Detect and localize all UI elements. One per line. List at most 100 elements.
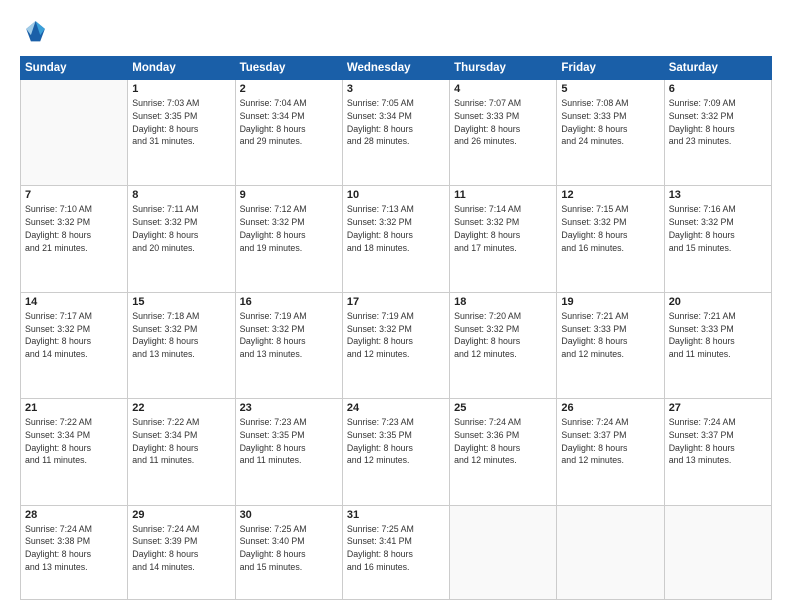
day-info: Sunrise: 7:07 AMSunset: 3:33 PMDaylight:… bbox=[454, 97, 552, 148]
day-number: 8 bbox=[132, 189, 230, 201]
day-info: Sunrise: 7:18 AMSunset: 3:32 PMDaylight:… bbox=[132, 310, 230, 361]
weekday-header: Friday bbox=[557, 57, 664, 80]
day-info: Sunrise: 7:08 AMSunset: 3:33 PMDaylight:… bbox=[561, 97, 659, 148]
day-number: 21 bbox=[25, 402, 123, 414]
calendar-cell: 10 Sunrise: 7:13 AMSunset: 3:32 PMDayligh… bbox=[342, 186, 449, 292]
weekday-header: Sunday bbox=[21, 57, 128, 80]
day-number: 4 bbox=[454, 83, 552, 95]
day-number: 1 bbox=[132, 83, 230, 95]
day-number: 11 bbox=[454, 189, 552, 201]
calendar-cell: 9 Sunrise: 7:12 AMSunset: 3:32 PMDaylight… bbox=[235, 186, 342, 292]
weekday-header: Wednesday bbox=[342, 57, 449, 80]
calendar-cell: 20 Sunrise: 7:21 AMSunset: 3:33 PMDayligh… bbox=[664, 292, 771, 398]
day-info: Sunrise: 7:24 AMSunset: 3:38 PMDaylight:… bbox=[25, 523, 123, 574]
day-number: 27 bbox=[669, 402, 767, 414]
day-number: 14 bbox=[25, 296, 123, 308]
day-number: 15 bbox=[132, 296, 230, 308]
calendar-cell: 4 Sunrise: 7:07 AMSunset: 3:33 PMDaylight… bbox=[450, 80, 557, 186]
weekday-header: Thursday bbox=[450, 57, 557, 80]
day-info: Sunrise: 7:25 AMSunset: 3:40 PMDaylight:… bbox=[240, 523, 338, 574]
day-number: 19 bbox=[561, 296, 659, 308]
calendar-cell bbox=[450, 505, 557, 599]
calendar-cell: 21 Sunrise: 7:22 AMSunset: 3:34 PMDayligh… bbox=[21, 399, 128, 505]
calendar-cell: 1 Sunrise: 7:03 AMSunset: 3:35 PMDaylight… bbox=[128, 80, 235, 186]
calendar-cell: 18 Sunrise: 7:20 AMSunset: 3:32 PMDayligh… bbox=[450, 292, 557, 398]
day-number: 25 bbox=[454, 402, 552, 414]
day-number: 12 bbox=[561, 189, 659, 201]
calendar-cell: 30 Sunrise: 7:25 AMSunset: 3:40 PMDayligh… bbox=[235, 505, 342, 599]
day-number: 10 bbox=[347, 189, 445, 201]
day-number: 2 bbox=[240, 83, 338, 95]
calendar-week-row: 28Sunrise: 7:24 AMSunset: 3:38 PMDayligh… bbox=[21, 505, 772, 599]
calendar-cell: 28Sunrise: 7:24 AMSunset: 3:38 PMDayligh… bbox=[21, 505, 128, 599]
calendar-cell: 16 Sunrise: 7:19 AMSunset: 3:32 PMDayligh… bbox=[235, 292, 342, 398]
day-info: Sunrise: 7:24 AMSunset: 3:39 PMDaylight:… bbox=[132, 523, 230, 574]
calendar-cell: 17 Sunrise: 7:19 AMSunset: 3:32 PMDayligh… bbox=[342, 292, 449, 398]
page: SundayMondayTuesdayWednesdayThursdayFrid… bbox=[0, 0, 792, 612]
calendar-cell: 24 Sunrise: 7:23 AMSunset: 3:35 PMDayligh… bbox=[342, 399, 449, 505]
calendar-cell: 29 Sunrise: 7:24 AMSunset: 3:39 PMDayligh… bbox=[128, 505, 235, 599]
calendar-cell: 27 Sunrise: 7:24 AMSunset: 3:37 PMDayligh… bbox=[664, 399, 771, 505]
calendar-cell: 13Sunrise: 7:16 AMSunset: 3:32 PMDayligh… bbox=[664, 186, 771, 292]
calendar-cell: 11 Sunrise: 7:14 AMSunset: 3:32 PMDayligh… bbox=[450, 186, 557, 292]
day-number: 16 bbox=[240, 296, 338, 308]
day-number: 23 bbox=[240, 402, 338, 414]
day-number: 7 bbox=[25, 189, 123, 201]
day-info: Sunrise: 7:17 AMSunset: 3:32 PMDaylight:… bbox=[25, 310, 123, 361]
day-info: Sunrise: 7:05 AMSunset: 3:34 PMDaylight:… bbox=[347, 97, 445, 148]
day-info: Sunrise: 7:13 AMSunset: 3:32 PMDaylight:… bbox=[347, 203, 445, 254]
day-info: Sunrise: 7:19 AMSunset: 3:32 PMDaylight:… bbox=[240, 310, 338, 361]
day-number: 20 bbox=[669, 296, 767, 308]
day-info: Sunrise: 7:19 AMSunset: 3:32 PMDaylight:… bbox=[347, 310, 445, 361]
calendar-week-row: 7 Sunrise: 7:10 AMSunset: 3:32 PMDaylight… bbox=[21, 186, 772, 292]
day-number: 3 bbox=[347, 83, 445, 95]
calendar-cell: 8 Sunrise: 7:11 AMSunset: 3:32 PMDaylight… bbox=[128, 186, 235, 292]
day-info: Sunrise: 7:21 AMSunset: 3:33 PMDaylight:… bbox=[561, 310, 659, 361]
header bbox=[20, 18, 772, 46]
day-info: Sunrise: 7:24 AMSunset: 3:37 PMDaylight:… bbox=[669, 416, 767, 467]
day-info: Sunrise: 7:24 AMSunset: 3:37 PMDaylight:… bbox=[561, 416, 659, 467]
day-info: Sunrise: 7:20 AMSunset: 3:32 PMDaylight:… bbox=[454, 310, 552, 361]
day-info: Sunrise: 7:09 AMSunset: 3:32 PMDaylight:… bbox=[669, 97, 767, 148]
day-info: Sunrise: 7:15 AMSunset: 3:32 PMDaylight:… bbox=[561, 203, 659, 254]
weekday-header: Tuesday bbox=[235, 57, 342, 80]
calendar-cell: 22 Sunrise: 7:22 AMSunset: 3:34 PMDayligh… bbox=[128, 399, 235, 505]
calendar-cell: 3 Sunrise: 7:05 AMSunset: 3:34 PMDaylight… bbox=[342, 80, 449, 186]
calendar-cell: 19 Sunrise: 7:21 AMSunset: 3:33 PMDayligh… bbox=[557, 292, 664, 398]
calendar-cell: 2 Sunrise: 7:04 AMSunset: 3:34 PMDaylight… bbox=[235, 80, 342, 186]
day-number: 17 bbox=[347, 296, 445, 308]
day-info: Sunrise: 7:25 AMSunset: 3:41 PMDaylight:… bbox=[347, 523, 445, 574]
day-info: Sunrise: 7:12 AMSunset: 3:32 PMDaylight:… bbox=[240, 203, 338, 254]
calendar-week-row: 21 Sunrise: 7:22 AMSunset: 3:34 PMDayligh… bbox=[21, 399, 772, 505]
day-info: Sunrise: 7:14 AMSunset: 3:32 PMDaylight:… bbox=[454, 203, 552, 254]
day-number: 26 bbox=[561, 402, 659, 414]
calendar-cell bbox=[557, 505, 664, 599]
day-info: Sunrise: 7:10 AMSunset: 3:32 PMDaylight:… bbox=[25, 203, 123, 254]
calendar-cell: 12 Sunrise: 7:15 AMSunset: 3:32 PMDayligh… bbox=[557, 186, 664, 292]
day-info: Sunrise: 7:16 AMSunset: 3:32 PMDaylight:… bbox=[669, 203, 767, 254]
calendar-cell bbox=[664, 505, 771, 599]
day-info: Sunrise: 7:22 AMSunset: 3:34 PMDaylight:… bbox=[25, 416, 123, 467]
day-number: 22 bbox=[132, 402, 230, 414]
day-info: Sunrise: 7:22 AMSunset: 3:34 PMDaylight:… bbox=[132, 416, 230, 467]
weekday-header: Monday bbox=[128, 57, 235, 80]
calendar-cell: 7 Sunrise: 7:10 AMSunset: 3:32 PMDaylight… bbox=[21, 186, 128, 292]
day-number: 29 bbox=[132, 509, 230, 521]
day-info: Sunrise: 7:24 AMSunset: 3:36 PMDaylight:… bbox=[454, 416, 552, 467]
day-info: Sunrise: 7:21 AMSunset: 3:33 PMDaylight:… bbox=[669, 310, 767, 361]
calendar-cell bbox=[21, 80, 128, 186]
calendar-week-row: 14 Sunrise: 7:17 AMSunset: 3:32 PMDayligh… bbox=[21, 292, 772, 398]
logo bbox=[20, 18, 52, 46]
day-info: Sunrise: 7:11 AMSunset: 3:32 PMDaylight:… bbox=[132, 203, 230, 254]
day-number: 9 bbox=[240, 189, 338, 201]
calendar-cell: 6 Sunrise: 7:09 AMSunset: 3:32 PMDaylight… bbox=[664, 80, 771, 186]
weekday-header: Saturday bbox=[664, 57, 771, 80]
day-info: Sunrise: 7:04 AMSunset: 3:34 PMDaylight:… bbox=[240, 97, 338, 148]
day-number: 18 bbox=[454, 296, 552, 308]
day-number: 6 bbox=[669, 83, 767, 95]
day-number: 24 bbox=[347, 402, 445, 414]
day-info: Sunrise: 7:03 AMSunset: 3:35 PMDaylight:… bbox=[132, 97, 230, 148]
day-info: Sunrise: 7:23 AMSunset: 3:35 PMDaylight:… bbox=[347, 416, 445, 467]
day-number: 30 bbox=[240, 509, 338, 521]
day-info: Sunrise: 7:23 AMSunset: 3:35 PMDaylight:… bbox=[240, 416, 338, 467]
